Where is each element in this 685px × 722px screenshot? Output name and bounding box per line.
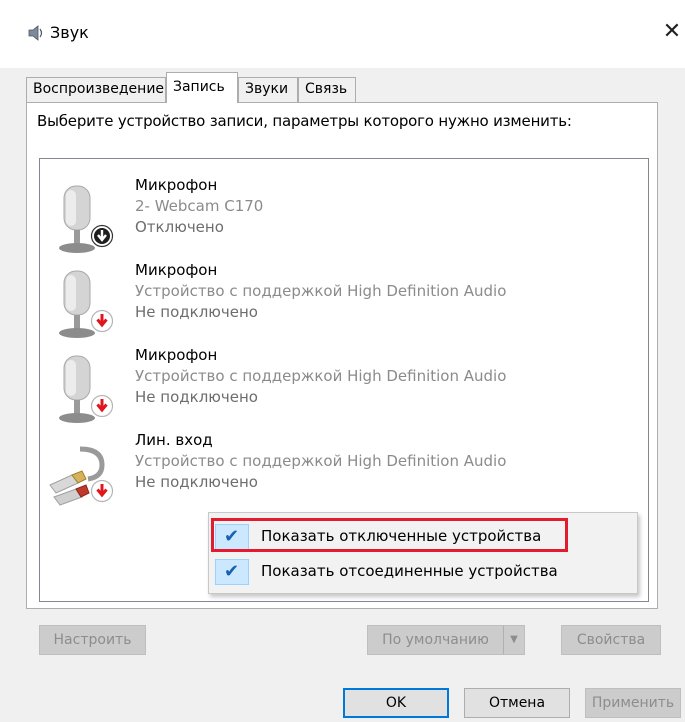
tab-playback[interactable]: Воспроизведение bbox=[26, 77, 166, 102]
speaker-icon bbox=[28, 25, 43, 41]
unplugged-badge-icon bbox=[90, 479, 114, 503]
properties-button[interactable]: Свойства bbox=[561, 625, 661, 655]
device-description: Устройство с поддержкой High Definition … bbox=[135, 367, 507, 385]
apply-button[interactable]: Применить bbox=[585, 688, 681, 718]
set-default-dropdown-arrow[interactable]: ▼ bbox=[503, 625, 525, 655]
microphone-icon bbox=[59, 270, 95, 338]
instruction-text: Выберите устройство записи, параметры ко… bbox=[37, 112, 572, 130]
list-item[interactable]: Лин. вход Устройство с поддержкой High D… bbox=[40, 431, 640, 511]
checkmark-icon: ✔ bbox=[224, 561, 240, 582]
cancel-button[interactable]: Отмена bbox=[464, 688, 570, 718]
device-status: Не подключено bbox=[135, 303, 258, 321]
list-item[interactable]: Микрофон Устройство с поддержкой High De… bbox=[40, 261, 640, 341]
menu-check-box: ✔ bbox=[215, 559, 249, 585]
device-name: Микрофон bbox=[135, 346, 218, 364]
tab-sounds[interactable]: Звуки bbox=[238, 77, 298, 102]
menu-item-show-disconnected[interactable]: ✔ Показать отсоединенные устройства bbox=[211, 557, 635, 587]
microphone-icon bbox=[59, 355, 95, 423]
disabled-badge-icon bbox=[90, 224, 114, 248]
close-button[interactable]: ✕ bbox=[660, 18, 684, 46]
configure-button[interactable]: Настроить bbox=[39, 625, 146, 655]
list-item[interactable]: Микрофон Устройство с поддержкой High De… bbox=[40, 346, 640, 426]
chevron-down-icon: ▼ bbox=[510, 634, 518, 645]
list-item[interactable]: Микрофон 2- Webcam C170 Отключено bbox=[40, 176, 640, 256]
menu-item-label: Показать отсоединенные устройства bbox=[261, 562, 558, 580]
set-default-button[interactable]: По умолчанию bbox=[367, 625, 504, 655]
tab-communications[interactable]: Связь bbox=[298, 77, 356, 102]
device-name: Микрофон bbox=[135, 176, 218, 194]
tab-recording[interactable]: Запись bbox=[166, 72, 238, 103]
unplugged-badge-icon bbox=[90, 394, 114, 418]
microphone-icon bbox=[59, 185, 95, 253]
ok-button[interactable]: OK bbox=[343, 688, 449, 718]
device-description: Устройство с поддержкой High Definition … bbox=[135, 282, 507, 300]
device-description: 2- Webcam C170 bbox=[135, 197, 264, 215]
device-status: Не подключено bbox=[135, 473, 258, 491]
device-status: Отключено bbox=[135, 218, 224, 236]
window-title: Звук bbox=[50, 23, 89, 42]
device-name: Лин. вход bbox=[135, 431, 213, 449]
device-status: Не подключено bbox=[135, 388, 258, 406]
close-icon: ✕ bbox=[662, 19, 682, 44]
device-name: Микрофон bbox=[135, 261, 218, 279]
line-in-cable-icon bbox=[49, 446, 105, 506]
title-bar: Звук ✕ bbox=[0, 0, 685, 68]
device-description: Устройство с поддержкой High Definition … bbox=[135, 452, 507, 470]
unplugged-badge-icon bbox=[90, 309, 114, 333]
annotation-highlight-box bbox=[211, 518, 568, 552]
